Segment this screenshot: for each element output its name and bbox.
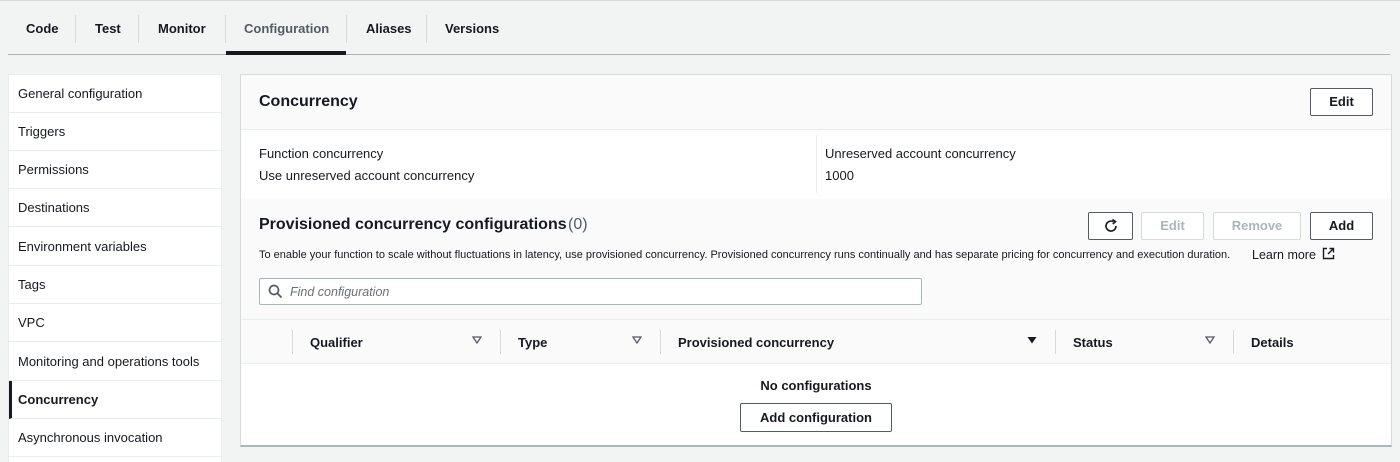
tab-configuration[interactable]: Configuration bbox=[244, 13, 329, 45]
column-divider bbox=[660, 330, 661, 354]
sidebar-item-concurrency[interactable]: Concurrency bbox=[9, 381, 223, 419]
refresh-button[interactable] bbox=[1088, 212, 1133, 240]
sidebar-item-tags[interactable]: Tags bbox=[9, 266, 223, 304]
sidebar-item-vpc[interactable]: VPC bbox=[9, 304, 223, 342]
sidebar-item-monitoring[interactable]: Monitoring and operations tools bbox=[9, 343, 223, 381]
provisioned-edit-button[interactable]: Edit bbox=[1141, 212, 1204, 240]
tab-divider bbox=[346, 15, 347, 43]
add-button[interactable]: Add bbox=[1310, 212, 1373, 240]
concurrency-edit-button[interactable]: Edit bbox=[1310, 88, 1373, 116]
tab-monitor[interactable]: Monitor bbox=[158, 13, 206, 45]
learn-more-label: Learn more bbox=[1252, 248, 1316, 262]
sorted-descending-icon[interactable] bbox=[1026, 334, 1038, 346]
column-header-provisioned-concurrency[interactable]: Provisioned concurrency bbox=[678, 335, 834, 350]
tab-bar-divider bbox=[8, 54, 1390, 55]
tab-versions[interactable]: Versions bbox=[445, 13, 499, 45]
sidebar-item-destinations[interactable]: Destinations bbox=[9, 189, 223, 227]
sidebar-item-permissions[interactable]: Permissions bbox=[9, 151, 223, 189]
empty-state-text: No configurations bbox=[760, 378, 872, 393]
tab-divider bbox=[426, 15, 427, 43]
tab-divider bbox=[75, 15, 76, 43]
column-header-status[interactable]: Status bbox=[1073, 335, 1113, 350]
column-divider bbox=[500, 330, 501, 354]
concurrency-title: Concurrency bbox=[259, 93, 358, 110]
concurrency-header: Concurrency Edit bbox=[241, 75, 1391, 130]
column-divider bbox=[292, 330, 293, 354]
column-divider bbox=[816, 135, 817, 193]
search-input[interactable] bbox=[290, 282, 910, 301]
provisioned-concurrency-title: Provisioned concurrency configurations bbox=[259, 216, 567, 233]
sort-icon[interactable] bbox=[471, 334, 483, 346]
column-divider bbox=[1233, 330, 1234, 354]
refresh-icon bbox=[1104, 218, 1117, 232]
tab-code[interactable]: Code bbox=[26, 13, 59, 45]
remove-button[interactable]: Remove bbox=[1213, 212, 1301, 240]
unreserved-concurrency-label: Unreserved account concurrency bbox=[825, 146, 1016, 161]
learn-more-link[interactable]: Learn more bbox=[1252, 247, 1335, 262]
provisioned-concurrency-description: To enable your function to scale without… bbox=[259, 249, 1231, 261]
column-header-qualifier[interactable]: Qualifier bbox=[310, 335, 363, 350]
concurrency-panel: Concurrency Edit Function concurrency Us… bbox=[240, 74, 1392, 447]
sidebar-item-triggers[interactable]: Triggers bbox=[9, 113, 223, 151]
active-tab-indicator bbox=[226, 51, 346, 55]
provisioned-concurrency-count: (0) bbox=[568, 216, 588, 233]
tab-bar: Code Test Monitor Configuration Aliases … bbox=[0, 0, 1400, 56]
tab-divider bbox=[138, 15, 139, 43]
sidebar-item-general-configuration[interactable]: General configuration bbox=[9, 75, 223, 113]
sort-icon[interactable] bbox=[1204, 334, 1216, 346]
search-icon bbox=[268, 284, 283, 299]
find-configuration-search[interactable] bbox=[259, 278, 922, 305]
tab-test[interactable]: Test bbox=[95, 13, 121, 45]
sidebar-item-environment-variables[interactable]: Environment variables bbox=[9, 228, 223, 266]
tab-divider bbox=[225, 15, 226, 43]
table-header: Qualifier Type Provisioned concurrency S… bbox=[241, 319, 1391, 364]
column-header-details: Details bbox=[1251, 335, 1294, 350]
function-concurrency-label: Function concurrency bbox=[259, 146, 384, 161]
column-header-type[interactable]: Type bbox=[518, 335, 547, 350]
tab-aliases[interactable]: Aliases bbox=[366, 13, 412, 45]
sort-icon[interactable] bbox=[631, 334, 643, 346]
configuration-sidebar: General configuration Triggers Permissio… bbox=[8, 74, 223, 462]
add-configuration-button[interactable]: Add configuration bbox=[740, 403, 892, 432]
external-link-icon bbox=[1323, 247, 1335, 260]
unreserved-concurrency-value: 1000 bbox=[825, 168, 854, 183]
function-concurrency-value: Use unreserved account concurrency bbox=[259, 168, 475, 183]
sidebar-item-asynchronous-invocation[interactable]: Asynchronous invocation bbox=[9, 419, 223, 457]
column-divider bbox=[1055, 330, 1056, 354]
